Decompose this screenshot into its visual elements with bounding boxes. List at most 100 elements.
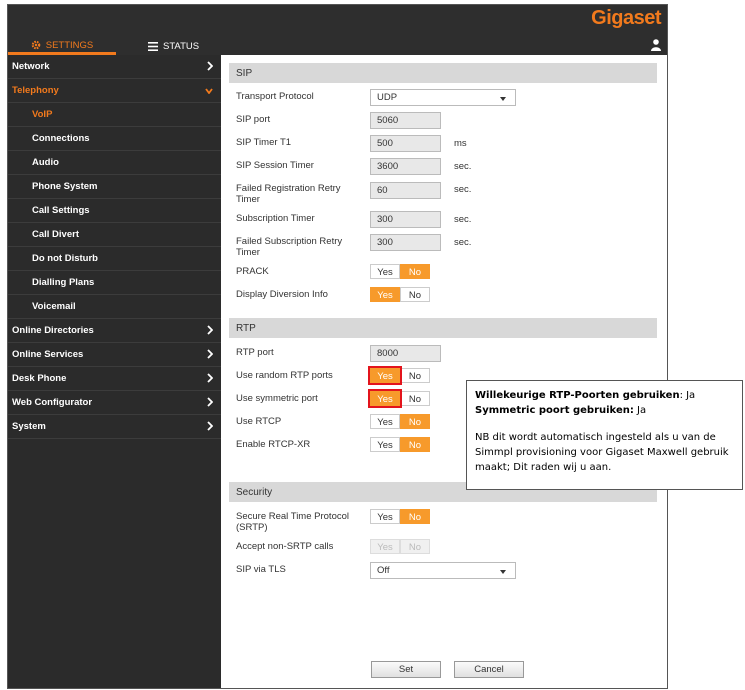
- toggle-yes[interactable]: Yes: [370, 509, 400, 524]
- field-label: PRACK: [236, 266, 269, 277]
- toggle-no[interactable]: No: [400, 264, 430, 279]
- sidebar: Network Telephony VoIP Connections Audio…: [8, 55, 221, 688]
- row-display-diversion-info: Display Diversion Info Yes No: [229, 285, 657, 308]
- sidebar-item-label: Call Settings: [32, 205, 90, 216]
- app-window: Gigaset SETTINGS STATUS Network Telephon…: [7, 4, 668, 689]
- toggle-yes[interactable]: Yes: [370, 264, 400, 279]
- caret-down-icon: [500, 97, 506, 101]
- sidebar-item-voicemail[interactable]: Voicemail: [8, 295, 221, 319]
- sip-session-timer-input[interactable]: 3600: [370, 158, 441, 175]
- sidebar-item-connections[interactable]: Connections: [8, 127, 221, 151]
- note-paragraph: NB dit wordt automatisch ingesteld als u…: [475, 432, 729, 473]
- sip-timer-t1-input[interactable]: 500: [370, 135, 441, 152]
- top-bar: Gigaset SETTINGS STATUS: [8, 5, 667, 55]
- toggle-no[interactable]: No: [400, 368, 430, 383]
- sidebar-item-telephony[interactable]: Telephony: [8, 79, 221, 103]
- sidebar-item-desk-phone[interactable]: Desk Phone: [8, 367, 221, 391]
- toggle-yes[interactable]: Yes: [370, 287, 400, 302]
- toggle-no[interactable]: No: [400, 287, 430, 302]
- row-subscription-timer: Subscription Timer 300 sec.: [229, 209, 657, 232]
- unit-label: sec.: [454, 161, 472, 172]
- tab-status-label: STATUS: [163, 41, 200, 52]
- field-label: SIP port: [236, 114, 271, 125]
- row-sip-via-tls: SIP via TLS Off: [229, 560, 657, 583]
- tab-status[interactable]: STATUS: [148, 38, 199, 55]
- chevron-right-icon: [207, 61, 213, 71]
- field-label: Subscription Timer: [236, 213, 315, 224]
- sidebar-item-voip[interactable]: VoIP: [8, 103, 221, 127]
- row-failed-registration-retry-timer: Failed Registration Retry Timer 60 sec.: [229, 179, 657, 209]
- user-icon[interactable]: [651, 39, 661, 51]
- sidebar-item-call-divert[interactable]: Call Divert: [8, 223, 221, 247]
- field-label: SIP Session Timer: [236, 160, 314, 171]
- toggle-no: No: [400, 539, 430, 554]
- use-rtcp-toggle[interactable]: Yes No: [370, 414, 430, 429]
- field-label: SIP Timer T1: [236, 137, 292, 148]
- field-label: Display Diversion Info: [236, 289, 328, 300]
- toggle-no[interactable]: No: [400, 509, 430, 524]
- prack-toggle[interactable]: Yes No: [370, 264, 430, 279]
- note-line-2-rest: Ja: [633, 405, 647, 416]
- sip-via-tls-select[interactable]: Off: [370, 562, 516, 579]
- enable-rtcp-xr-toggle[interactable]: Yes No: [370, 437, 430, 452]
- sidebar-item-label: Network: [12, 61, 50, 72]
- sidebar-item-label: Call Divert: [32, 229, 79, 240]
- subscription-timer-input[interactable]: 300: [370, 211, 441, 228]
- sidebar-item-label: Phone System: [32, 181, 98, 192]
- select-value: UDP: [377, 92, 398, 103]
- row-accept-non-srtp-calls: Accept non-SRTP calls Yes No: [229, 537, 657, 560]
- gigaset-logo: Gigaset: [591, 7, 661, 29]
- toggle-no[interactable]: No: [400, 414, 430, 429]
- unit-label: sec.: [454, 237, 472, 248]
- chevron-right-icon: [207, 349, 213, 359]
- sidebar-item-web-configurator[interactable]: Web Configurator: [8, 391, 221, 415]
- toggle-no[interactable]: No: [400, 391, 430, 406]
- sidebar-item-online-directories[interactable]: Online Directories: [8, 319, 221, 343]
- row-transport-protocol: Transport Protocol UDP: [229, 87, 657, 110]
- row-sip-timer-t1: SIP Timer T1 500 ms: [229, 133, 657, 156]
- sidebar-item-dialling-plans[interactable]: Dialling Plans: [8, 271, 221, 295]
- chevron-down-icon: [205, 88, 213, 94]
- toggle-no[interactable]: No: [400, 437, 430, 452]
- sidebar-item-label: System: [12, 421, 46, 432]
- sidebar-item-online-services[interactable]: Online Services: [8, 343, 221, 367]
- transport-protocol-select[interactable]: UDP: [370, 89, 516, 106]
- note-line-1-bold: Willekeurige RTP-Poorten gebruiken: [475, 390, 680, 401]
- sidebar-item-phone-system[interactable]: Phone System: [8, 175, 221, 199]
- srtp-toggle[interactable]: Yes No: [370, 509, 430, 524]
- main-content: SIP Transport Protocol UDP SIP port 5060…: [229, 63, 657, 583]
- sidebar-item-label: Online Directories: [12, 325, 94, 336]
- section-header-sip: SIP: [229, 63, 657, 83]
- sidebar-item-label: Do not Disturb: [32, 253, 98, 264]
- rtp-port-input[interactable]: 8000: [370, 345, 441, 362]
- section-header-rtp: RTP: [229, 318, 657, 338]
- select-value: Off: [377, 565, 390, 576]
- note-line-2-bold: Symmetric poort gebruiken:: [475, 405, 634, 416]
- sidebar-item-audio[interactable]: Audio: [8, 151, 221, 175]
- display-diversion-info-toggle[interactable]: Yes No: [370, 287, 430, 302]
- note-line-2: Symmetric poort gebruiken: Ja: [475, 403, 734, 418]
- sidebar-item-label: Telephony: [12, 85, 59, 96]
- cancel-button[interactable]: Cancel: [454, 661, 524, 678]
- row-failed-subscription-retry-timer: Failed Subscription Retry Timer 300 sec.: [229, 232, 657, 262]
- set-button[interactable]: Set: [371, 661, 441, 678]
- row-rtp-port: RTP port 8000: [229, 343, 657, 366]
- failed-subscription-retry-timer-input[interactable]: 300: [370, 234, 441, 251]
- toggle-yes[interactable]: Yes: [370, 437, 400, 452]
- field-label: Use RTCP: [236, 416, 282, 427]
- sidebar-item-system[interactable]: System: [8, 415, 221, 439]
- row-sip-port: SIP port 5060: [229, 110, 657, 133]
- chevron-right-icon: [207, 421, 213, 431]
- failed-registration-retry-timer-input[interactable]: 60: [370, 182, 441, 199]
- field-label: Failed Registration Retry Timer: [236, 183, 341, 205]
- highlight-box: [368, 389, 402, 408]
- sidebar-item-call-settings[interactable]: Call Settings: [8, 199, 221, 223]
- toggle-yes[interactable]: Yes: [370, 414, 400, 429]
- tab-settings-label: SETTINGS: [45, 39, 94, 51]
- sidebar-item-network[interactable]: Network: [8, 55, 221, 79]
- sidebar-item-do-not-disturb[interactable]: Do not Disturb: [8, 247, 221, 271]
- unit-label: sec.: [454, 184, 472, 195]
- gear-icon: [31, 40, 41, 50]
- sip-port-input[interactable]: 5060: [370, 112, 441, 129]
- tab-settings[interactable]: SETTINGS: [8, 38, 116, 55]
